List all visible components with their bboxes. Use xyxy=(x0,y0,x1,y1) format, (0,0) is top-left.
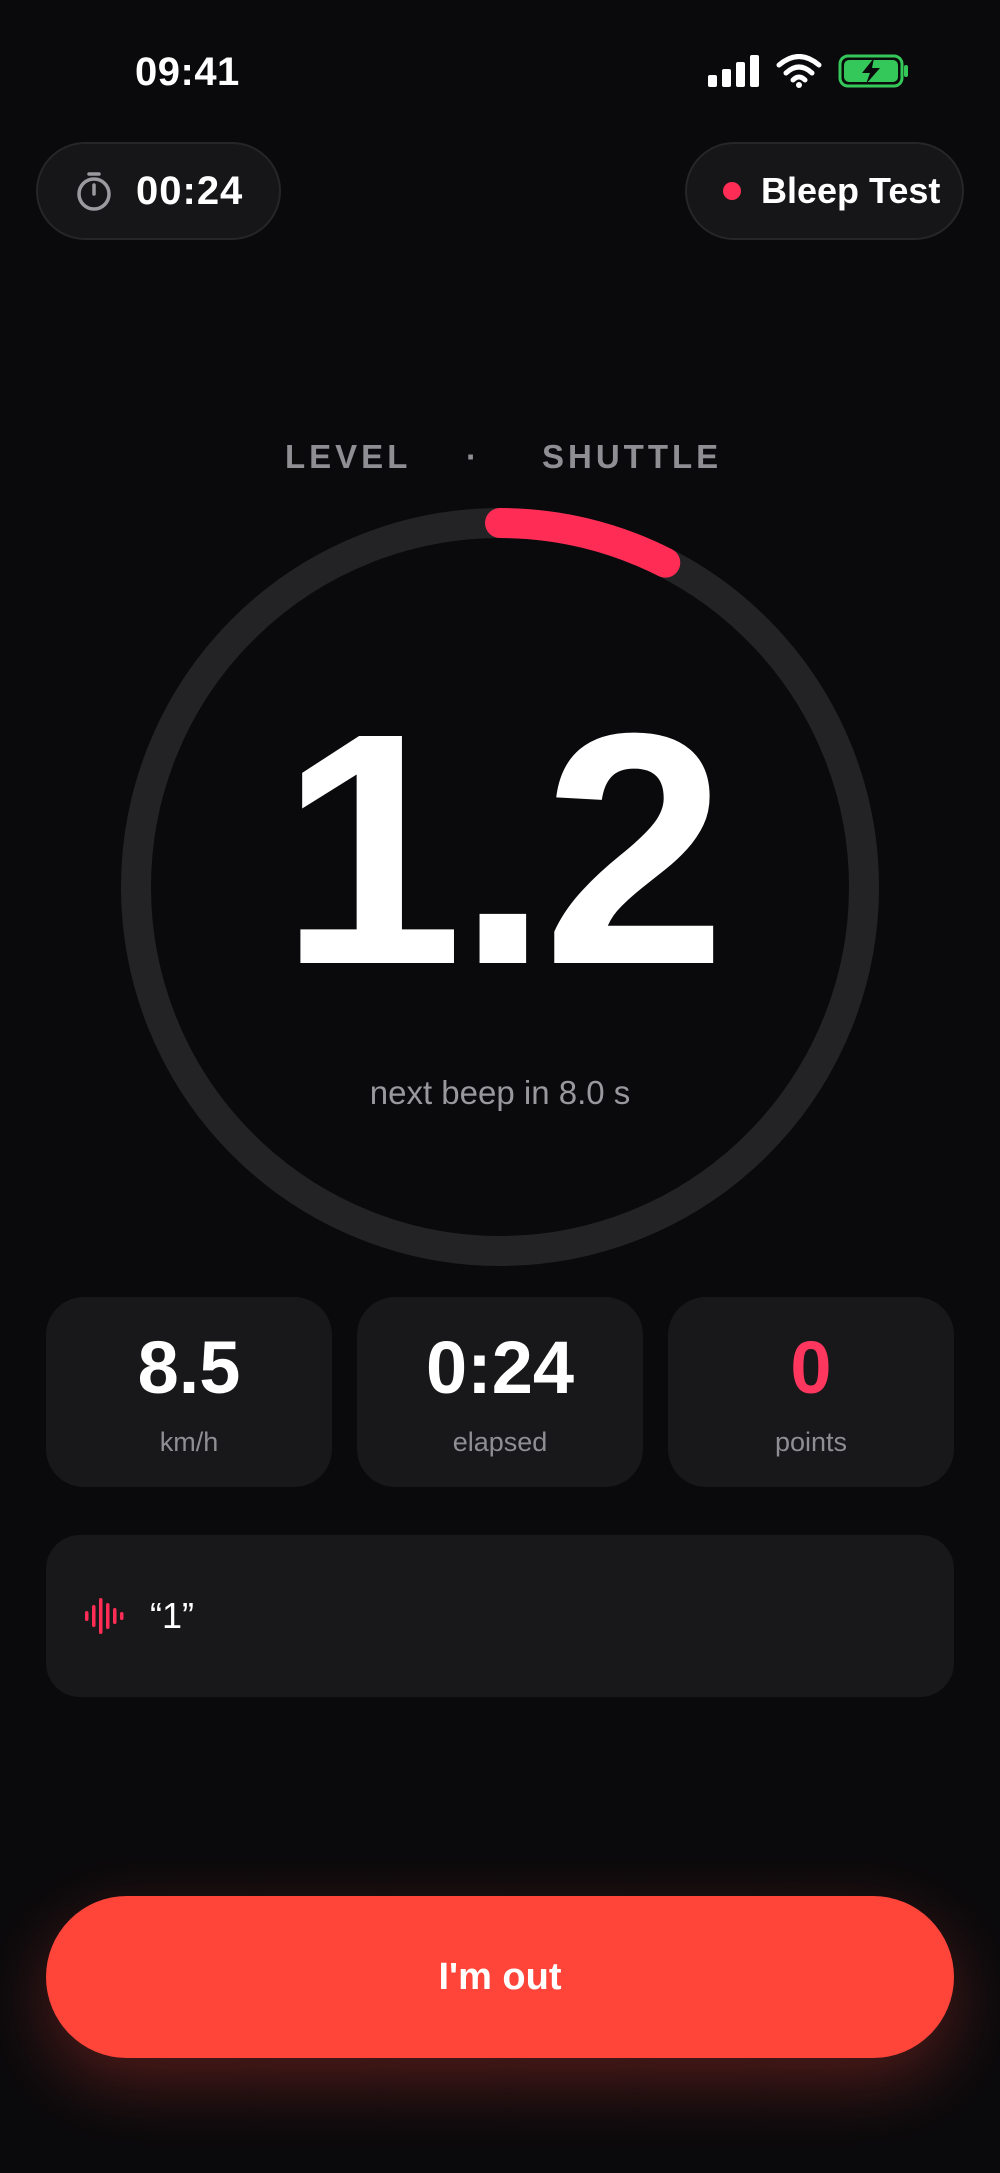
battery-charging-icon xyxy=(838,54,908,88)
recording-dot xyxy=(723,182,741,200)
points-label: points xyxy=(774,1427,848,1457)
elapsed-card: 0:24 elapsed xyxy=(357,1297,643,1487)
session-timer-value: 00:24 xyxy=(136,168,244,213)
elapsed-value: 0:24 xyxy=(425,1326,575,1409)
status-time: 09:41 xyxy=(135,50,240,94)
next-beep-countdown: next beep in 8.0 s xyxy=(369,1074,631,1111)
waveform-icon xyxy=(85,1598,124,1634)
voice-callout-text: “1” xyxy=(150,1595,194,1636)
wifi-icon xyxy=(776,54,822,88)
im-out-button[interactable]: I'm out xyxy=(46,1896,954,2058)
cellular-signal-icon xyxy=(708,55,759,87)
session-timer-pill[interactable]: 00:24 xyxy=(36,142,281,240)
speed-value: 8.5 xyxy=(137,1326,241,1409)
status-icons xyxy=(708,54,910,88)
level-shuttle-value: 1.2 xyxy=(279,664,727,1033)
shuttle-label: SHUTTLE xyxy=(542,438,723,475)
level-label: LEVEL xyxy=(285,438,412,475)
elapsed-label: elapsed xyxy=(452,1427,548,1457)
stopwatch-icon xyxy=(77,172,111,211)
points-card: 0 points xyxy=(668,1297,954,1487)
bleep-test-screen: 09:41 00:24 Bleep Test LEVEL · SHUTTLE 1… xyxy=(0,0,1000,2173)
test-mode-pill[interactable]: Bleep Test xyxy=(685,142,964,240)
speed-label: km/h xyxy=(159,1427,219,1457)
speed-card: 8.5 km/h xyxy=(46,1297,332,1487)
shuttle-progress-ring: 1.2 next beep in 8.0 s xyxy=(119,506,881,1268)
test-mode-label: Bleep Test xyxy=(761,170,941,211)
level-shuttle-separator: · xyxy=(466,438,481,475)
level-shuttle-header: LEVEL · SHUTTLE xyxy=(0,438,1000,482)
voice-callout: “1” xyxy=(46,1535,954,1697)
points-value: 0 xyxy=(790,1326,832,1409)
